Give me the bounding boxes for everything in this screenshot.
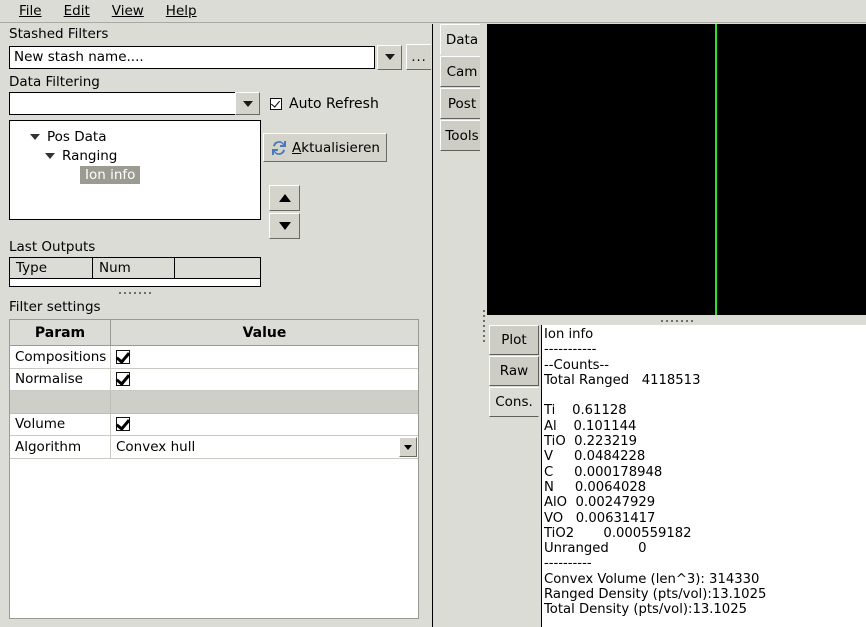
stashed-filters-label: Stashed Filters — [9, 26, 109, 42]
tree-node-ion-info-label: Ion info — [80, 165, 141, 184]
axis-line — [715, 24, 717, 315]
horizontal-splitter-handle[interactable] — [9, 287, 261, 299]
param-value[interactable] — [111, 346, 418, 368]
splitter-handle-dots — [660, 319, 693, 322]
last-outputs-table[interactable]: Type Num — [9, 257, 261, 287]
splitter-handle-dots — [482, 309, 485, 342]
refresh-icon — [272, 140, 287, 155]
menu-item-file[interactable]: File — [8, 2, 53, 20]
auto-refresh-checkbox[interactable]: Auto Refresh — [270, 96, 379, 112]
menu-item-file-label: File — [19, 3, 42, 19]
param-value[interactable] — [111, 369, 418, 391]
tab-tools-label: Tools — [445, 127, 479, 144]
filter-tree[interactable]: Pos Data Ranging Ion info — [9, 120, 261, 220]
tab-cam-label: Cam — [446, 63, 478, 80]
param-label: Normalise — [10, 368, 111, 390]
viewport-output-splitter[interactable] — [487, 316, 866, 325]
filter-settings-label: Filter settings — [9, 299, 101, 315]
param-label — [10, 391, 111, 413]
tab-data-label: Data — [445, 31, 479, 48]
param-label: Volume — [10, 413, 111, 435]
3d-viewport[interactable] — [487, 24, 866, 315]
column-header-param: Param — [10, 320, 111, 345]
stash-dropdown-button[interactable] — [377, 44, 403, 70]
filter-settings-header: Param Value — [10, 320, 418, 346]
param-value — [111, 391, 418, 413]
algorithm-dropdown-button[interactable] — [399, 437, 417, 457]
menu-item-edit-label: Edit — [63, 3, 90, 19]
menu-item-view[interactable]: View — [101, 2, 155, 20]
tab-cons-label: Cons. — [495, 394, 533, 410]
column-header-value: Value — [242, 324, 287, 341]
stash-browse-label: ... — [411, 49, 427, 65]
refresh-button-label: Aktualisieren — [292, 139, 380, 156]
application-window: File Edit View Help Stashed Filters New … — [0, 0, 866, 627]
tree-node-ion-info[interactable]: Ion info — [10, 165, 260, 184]
output-text-area[interactable]: Ion info ----------- --Counts-- Total Ra… — [541, 325, 866, 627]
main-vertical-splitter[interactable] — [480, 24, 487, 627]
stash-name-input[interactable]: New stash name.... — [9, 45, 376, 69]
tab-cons[interactable]: Cons. — [489, 387, 539, 417]
menu-bar: File Edit View Help — [0, 0, 866, 23]
tab-cam[interactable]: Cam — [440, 56, 484, 87]
tab-raw[interactable]: Raw — [489, 356, 539, 386]
chevron-down-icon — [404, 444, 412, 450]
move-up-button[interactable] — [269, 185, 300, 211]
param-value[interactable] — [111, 414, 418, 436]
stash-browse-button[interactable]: ... — [406, 44, 432, 70]
column-header-num: Num — [93, 258, 175, 278]
table-row[interactable]: Compositions — [10, 346, 418, 369]
column-header-type: Type — [10, 258, 93, 278]
side-tab-strip: Data Cam Post Tools — [436, 24, 484, 627]
tab-data[interactable]: Data — [440, 24, 484, 55]
tree-node-ranging-label: Ranging — [62, 147, 118, 164]
tab-post-label: Post — [447, 95, 477, 112]
table-row[interactable]: Normalise — [10, 368, 418, 391]
table-row-separator — [10, 391, 418, 414]
menu-item-edit[interactable]: Edit — [53, 2, 101, 20]
column-header-blank — [175, 258, 260, 278]
param-label: Algorithm — [10, 436, 111, 458]
tab-tools[interactable]: Tools — [440, 120, 484, 151]
checkbox-icon — [270, 97, 282, 110]
tab-plot-label: Plot — [501, 332, 527, 348]
refresh-button[interactable]: Aktualisieren — [263, 133, 387, 162]
table-row[interactable]: Algorithm Convex hull — [10, 436, 418, 459]
tab-post[interactable]: Post — [440, 88, 484, 119]
chevron-down-icon — [45, 152, 55, 159]
auto-refresh-label: Auto Refresh — [289, 95, 379, 112]
checkbox-icon[interactable] — [116, 417, 130, 432]
chevron-down-icon — [242, 100, 253, 107]
tree-node-pos-data[interactable]: Pos Data — [10, 127, 260, 146]
tab-raw-label: Raw — [499, 363, 529, 379]
stash-name-value: New stash name.... — [14, 49, 144, 65]
output-panel: Plot Raw Cons. Ion info ----------- --Co… — [487, 325, 866, 627]
tab-plot[interactable]: Plot — [489, 325, 539, 355]
menu-item-help[interactable]: Help — [155, 2, 208, 20]
data-filtering-dropdown-button[interactable] — [235, 92, 260, 115]
tree-node-pos-data-label: Pos Data — [47, 128, 107, 145]
param-value[interactable]: Convex hull — [111, 436, 418, 458]
algorithm-value: Convex hull — [116, 439, 196, 455]
data-filtering-label: Data Filtering — [9, 74, 100, 90]
tree-node-ranging[interactable]: Ranging — [10, 146, 260, 165]
arrow-down-icon — [278, 222, 291, 230]
arrow-up-icon — [278, 194, 291, 202]
chevron-down-icon — [384, 54, 395, 60]
move-down-button[interactable] — [269, 213, 300, 239]
menu-item-help-label: Help — [165, 3, 197, 19]
last-outputs-label: Last Outputs — [9, 239, 96, 255]
table-row[interactable]: Volume — [10, 413, 418, 436]
chevron-down-icon — [30, 133, 40, 140]
checkbox-icon[interactable] — [116, 372, 130, 387]
menu-item-view-label: View — [111, 3, 144, 19]
data-filtering-combo[interactable] — [9, 92, 236, 115]
checkbox-icon[interactable] — [116, 349, 130, 364]
output-tab-strip: Plot Raw Cons. — [487, 325, 541, 627]
last-outputs-header: Type Num — [10, 258, 260, 279]
filter-settings-table[interactable]: Param Value Compositions Normalise Volum… — [9, 319, 419, 619]
param-label: Compositions — [10, 346, 111, 368]
